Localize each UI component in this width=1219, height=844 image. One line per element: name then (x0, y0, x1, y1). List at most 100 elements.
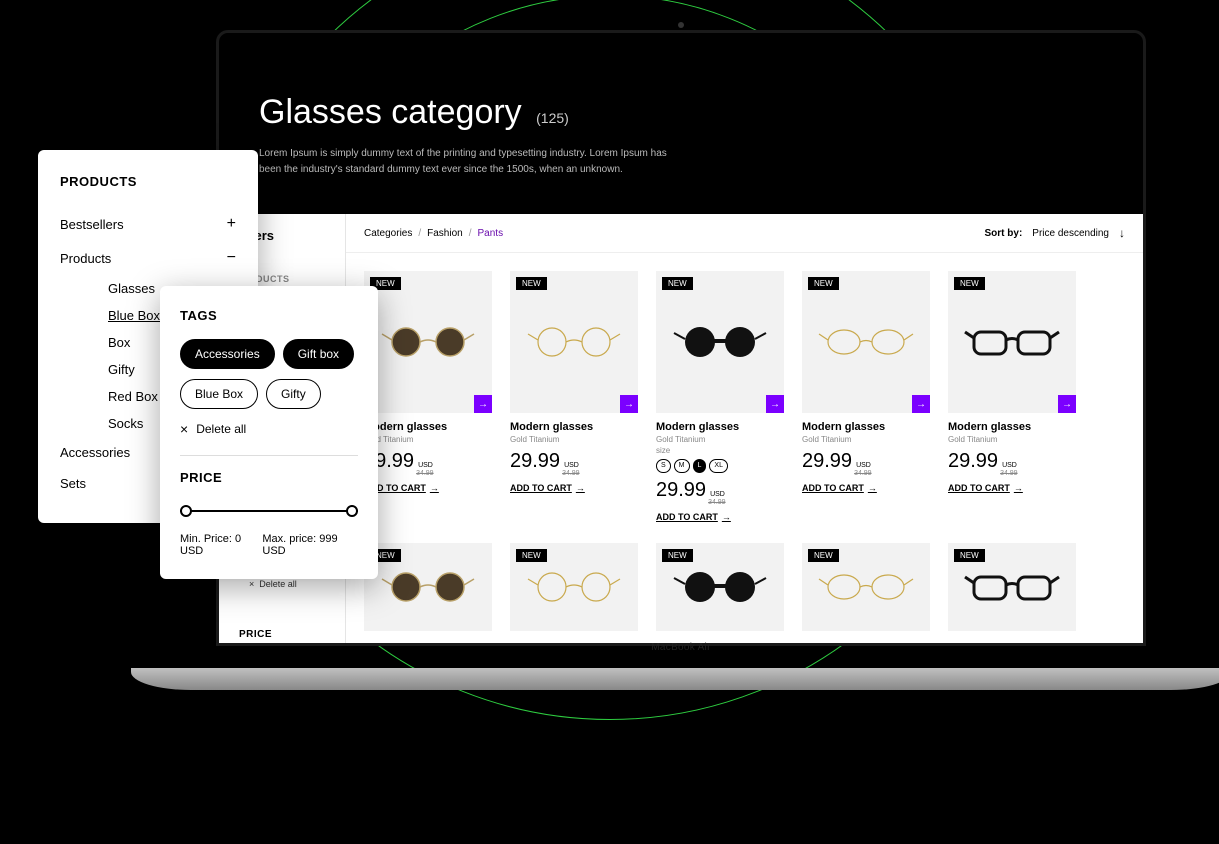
camera-dot (678, 22, 684, 28)
size-s[interactable]: S (656, 459, 671, 473)
products-heading: PRODUCTS (60, 174, 236, 189)
product-card[interactable]: NEW (656, 543, 784, 631)
new-badge: NEW (808, 277, 839, 290)
product-compare-price: 34.99 (708, 499, 726, 507)
price-heading: PRICE (180, 470, 358, 485)
product-image: NEW → (656, 271, 784, 413)
sort-control[interactable]: Sort by: Price descending ↓ (985, 226, 1126, 240)
laptop-label: MacBook Air (131, 642, 1219, 653)
plus-icon: + (227, 215, 236, 233)
product-title: Modern glasses (802, 421, 930, 433)
product-image: NEW → (364, 271, 492, 413)
filters-delete-all[interactable]: Delete all (249, 579, 297, 589)
tag-gifty[interactable]: Gifty (266, 379, 321, 409)
product-image: NEW → (510, 271, 638, 413)
topbar: Categories / Fashion / Pants Sort by: Pr… (346, 214, 1143, 253)
product-price: 29.99 (510, 450, 560, 473)
product-image: NEW (948, 543, 1076, 631)
product-card[interactable]: NEW (802, 543, 930, 631)
product-price: 29.99 (802, 450, 852, 473)
product-image: NEW (802, 543, 930, 631)
price-max-label: Max. price: 999 USD (262, 533, 358, 557)
new-badge: NEW (662, 277, 693, 290)
product-subtitle: Gold Titanium (510, 435, 638, 444)
product-title: Modern glasses (364, 421, 492, 433)
new-badge: NEW (516, 549, 547, 562)
product-image: NEW (510, 543, 638, 631)
page-description: Lorem Ipsum is simply dummy text of the … (259, 146, 679, 178)
product-compare-price: 34.99 (416, 470, 434, 478)
product-price: 29.99 (656, 479, 706, 502)
slider-handle-max[interactable] (346, 505, 358, 517)
sort-value: Price descending (1032, 228, 1109, 239)
minus-icon: − (227, 249, 236, 267)
product-image: NEW → (802, 271, 930, 413)
product-currency: USD (710, 491, 726, 499)
product-compare-price: 34.99 (854, 470, 872, 478)
product-card[interactable]: NEW → Modern glasses Gold Titanium size … (656, 271, 784, 525)
breadcrumb-item[interactable]: Categories (364, 228, 412, 239)
delete-all-tags[interactable]: Delete all (180, 421, 358, 437)
add-to-cart-button[interactable]: ADD TO CART (802, 483, 877, 493)
breadcrumb-item[interactable]: Fashion (427, 228, 463, 239)
new-badge: NEW (808, 549, 839, 562)
size-m[interactable]: M (674, 459, 690, 473)
hero-section: Glasses category (125) Lorem Ipsum is si… (219, 33, 1143, 214)
add-to-cart-button[interactable]: ADD TO CART (656, 512, 731, 522)
category-products[interactable]: Products − (60, 241, 236, 275)
product-card[interactable]: NEW → Modern glasses Gold Titanium 29.99… (510, 271, 638, 525)
product-card[interactable]: NEW (948, 543, 1076, 631)
arrow-right-icon[interactable]: → (474, 395, 492, 413)
category-label: Bestsellers (60, 217, 124, 232)
product-compare-price: 34.99 (562, 470, 580, 478)
add-to-cart-button[interactable]: ADD TO CART (510, 483, 585, 493)
sort-arrow-icon: ↓ (1119, 226, 1125, 240)
product-card[interactable]: NEW → Modern glasses Gold Titanium 29.99… (364, 271, 492, 525)
size-l[interactable]: L (693, 459, 707, 473)
tags-panel: TAGS Accessories Gift box Blue Box Gifty… (160, 286, 378, 579)
divider (180, 455, 358, 456)
product-subtitle: Gold Titanium (802, 435, 930, 444)
page-title-count: (125) (536, 110, 569, 126)
tag-blue-box[interactable]: Blue Box (180, 379, 258, 409)
product-card[interactable]: NEW (510, 543, 638, 631)
slider-handle-min[interactable] (180, 505, 192, 517)
price-slider[interactable] (180, 503, 358, 519)
product-image: NEW (656, 543, 784, 631)
laptop-base: MacBook Air (131, 668, 1219, 690)
new-badge: NEW (954, 549, 985, 562)
product-currency: USD (564, 462, 580, 470)
product-title: Modern glasses (948, 421, 1076, 433)
category-label: Products (60, 251, 111, 266)
breadcrumb-item-active[interactable]: Pants (478, 228, 504, 239)
product-card[interactable]: NEW (364, 543, 492, 631)
arrow-right-icon[interactable]: → (912, 395, 930, 413)
product-image: NEW → (948, 271, 1076, 413)
product-image: NEW (364, 543, 492, 631)
product-price: 29.99 (948, 450, 998, 473)
product-card[interactable]: NEW → Modern glasses Gold Titanium 29.99… (948, 271, 1076, 525)
tag-accessories[interactable]: Accessories (180, 339, 275, 369)
product-subtitle: Gold Titanium (364, 435, 492, 444)
breadcrumb-separator: / (469, 228, 472, 239)
breadcrumb-separator: / (418, 228, 421, 239)
price-min-label: Min. Price: 0 USD (180, 533, 262, 557)
product-currency: USD (856, 462, 872, 470)
product-subtitle: Gold Titanium (656, 435, 784, 444)
category-label: Sets (60, 476, 86, 491)
new-badge: NEW (516, 277, 547, 290)
product-currency: USD (1002, 462, 1018, 470)
product-title: Modern glasses (510, 421, 638, 433)
tag-gift-box[interactable]: Gift box (283, 339, 354, 369)
category-bestsellers[interactable]: Bestsellers + (60, 207, 236, 241)
arrow-right-icon[interactable]: → (1058, 395, 1076, 413)
arrow-right-icon[interactable]: → (766, 395, 784, 413)
add-to-cart-button[interactable]: ADD TO CART (948, 483, 1023, 493)
tags-heading: TAGS (180, 308, 358, 323)
arrow-right-icon[interactable]: → (620, 395, 638, 413)
filters-price-label: PRICE (239, 629, 272, 640)
product-card[interactable]: NEW → Modern glasses Gold Titanium 29.99… (802, 271, 930, 525)
new-badge: NEW (662, 549, 693, 562)
size-xl[interactable]: XL (709, 459, 728, 473)
breadcrumb: Categories / Fashion / Pants (364, 228, 503, 239)
